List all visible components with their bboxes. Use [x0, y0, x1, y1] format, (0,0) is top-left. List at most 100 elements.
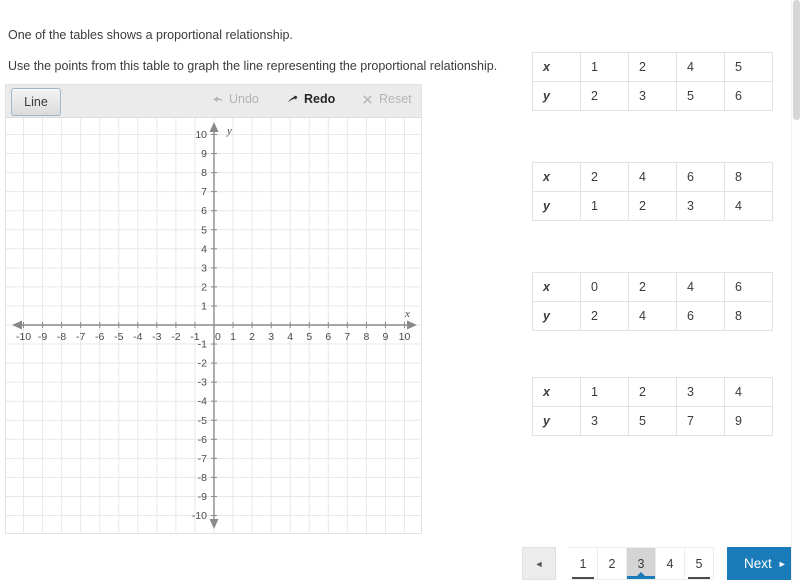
page-button-3[interactable]: 3 [627, 547, 656, 580]
table-1-y-2: 5 [676, 81, 725, 111]
svg-text:7: 7 [201, 186, 207, 198]
svg-text:9: 9 [383, 331, 389, 343]
table-row-x: x 2 4 6 8 [532, 162, 773, 192]
coordinate-plane[interactable]: -10 -9 -8 -7 -6 -5 -4 -3 -2 -1 1 2 3 4 5 6 7 8 9 10 10 9 8 7 6 5 4… [6, 118, 421, 533]
svg-text:-4: -4 [133, 331, 142, 343]
svg-text:-6: -6 [95, 331, 104, 343]
undo-button[interactable]: Undo [211, 92, 259, 106]
reset-label: Reset [379, 92, 412, 106]
table-1-x-2: 4 [676, 52, 725, 82]
scrollbar-thumb[interactable] [793, 0, 800, 120]
prev-caret-icon: ◄ [534, 558, 544, 569]
table-1-y-0: 2 [580, 81, 629, 111]
table-2-y-3: 4 [724, 191, 773, 221]
table-3-y-0: 2 [580, 301, 629, 331]
redo-button[interactable]: Redo [286, 92, 335, 106]
table-4-x-2: 3 [676, 377, 725, 407]
table-2-y-1: 2 [628, 191, 677, 221]
svg-text:1: 1 [230, 331, 236, 343]
svg-text:2: 2 [201, 281, 207, 293]
previous-page-button[interactable]: ◄ [522, 547, 556, 580]
pagination: ◄ 1 2 3 4 5 Next ► [522, 547, 800, 580]
svg-text:4: 4 [287, 331, 293, 343]
next-caret-icon: ► [777, 558, 787, 569]
data-table-4[interactable]: x 1 2 3 4 y 3 5 7 9 [532, 377, 773, 436]
table-4-y-1: 5 [628, 406, 677, 436]
table-2-y-2: 3 [676, 191, 725, 221]
svg-text:-3: -3 [152, 331, 161, 343]
svg-text:-7: -7 [76, 331, 85, 343]
table-4-y-3: 9 [724, 406, 773, 436]
table-3-y-2: 6 [676, 301, 725, 331]
table-2-x-2: 6 [676, 162, 725, 192]
svg-text:-4: -4 [198, 396, 207, 408]
table-1-var-x: x [532, 52, 581, 82]
line-tool-button[interactable]: Line [11, 88, 61, 116]
next-label: Next [744, 556, 772, 571]
svg-text:-1: -1 [198, 339, 207, 351]
table-row-y: y 2 3 5 6 [532, 81, 773, 111]
table-2-y-0: 1 [580, 191, 629, 221]
table-1-var-y: y [532, 81, 581, 111]
reset-button[interactable]: Reset [361, 92, 412, 106]
table-3-x-1: 2 [628, 272, 677, 302]
table-3-y-1: 4 [628, 301, 677, 331]
svg-text:y: y [226, 125, 232, 137]
axis-lines [12, 122, 417, 529]
svg-text:-8: -8 [198, 472, 207, 484]
redo-label: Redo [304, 92, 336, 106]
table-2-x-0: 2 [580, 162, 629, 192]
table-4-x-0: 1 [580, 377, 629, 407]
table-1-x-0: 1 [580, 52, 629, 82]
svg-text:8: 8 [201, 167, 207, 179]
page-button-1[interactable]: 1 [569, 547, 598, 580]
svg-text:5: 5 [201, 224, 207, 236]
svg-text:-6: -6 [198, 434, 207, 446]
svg-text:-3: -3 [198, 377, 207, 389]
table-4-y-0: 3 [580, 406, 629, 436]
table-4-x-1: 2 [628, 377, 677, 407]
svg-text:8: 8 [363, 331, 369, 343]
page-label-1: 1 [579, 556, 587, 571]
svg-text:-7: -7 [198, 453, 207, 465]
exercise-page: One of the tables shows a proportional r… [0, 0, 800, 583]
svg-text:0: 0 [215, 331, 221, 343]
data-table-2[interactable]: x 2 4 6 8 y 1 2 3 4 [532, 162, 773, 221]
axis-name-labels: yx [226, 125, 410, 320]
svg-text:5: 5 [306, 331, 312, 343]
data-table-3[interactable]: x 0 2 4 6 y 2 4 6 8 [532, 272, 773, 331]
current-page-caret-icon [637, 572, 645, 576]
prompt-line-2: Use the points from this table to graph … [8, 59, 498, 73]
next-button[interactable]: Next ► [727, 547, 800, 580]
table-4-var-x: x [532, 377, 581, 407]
svg-text:4: 4 [201, 243, 207, 255]
table-1-x-1: 2 [628, 52, 677, 82]
svg-text:3: 3 [268, 331, 274, 343]
undo-arrow-icon [213, 95, 223, 102]
svg-text:7: 7 [344, 331, 350, 343]
table-2-var-y: y [532, 191, 581, 221]
svg-text:1: 1 [201, 300, 207, 312]
close-x-icon [363, 94, 372, 104]
table-row-y: y 2 4 6 8 [532, 301, 773, 331]
table-4-y-2: 7 [676, 406, 725, 436]
svg-text:-5: -5 [198, 415, 207, 427]
table-3-x-2: 4 [676, 272, 725, 302]
table-3-var-y: y [532, 301, 581, 331]
svg-text:-2: -2 [198, 358, 207, 370]
page-label-4: 4 [666, 556, 674, 571]
table-2-x-1: 4 [628, 162, 677, 192]
page-button-2[interactable]: 2 [598, 547, 627, 580]
table-row-x: x 1 2 3 4 [532, 377, 773, 407]
prompt-line-1: One of the tables shows a proportional r… [8, 28, 293, 42]
page-scrollbar[interactable] [791, 0, 800, 583]
table-2-var-x: x [532, 162, 581, 192]
data-table-1[interactable]: x 1 2 4 5 y 2 3 5 6 [532, 52, 773, 111]
svg-text:3: 3 [201, 262, 207, 274]
page-button-4[interactable]: 4 [656, 547, 685, 580]
table-row-x: x 1 2 4 5 [532, 52, 773, 82]
table-row-y: y 3 5 7 9 [532, 406, 773, 436]
coordinate-plane-svg[interactable]: -10 -9 -8 -7 -6 -5 -4 -3 -2 -1 1 2 3 4 5 6 7 8 9 1010987654… [6, 118, 421, 533]
page-button-5[interactable]: 5 [685, 547, 714, 580]
page-label-2: 2 [608, 556, 616, 571]
